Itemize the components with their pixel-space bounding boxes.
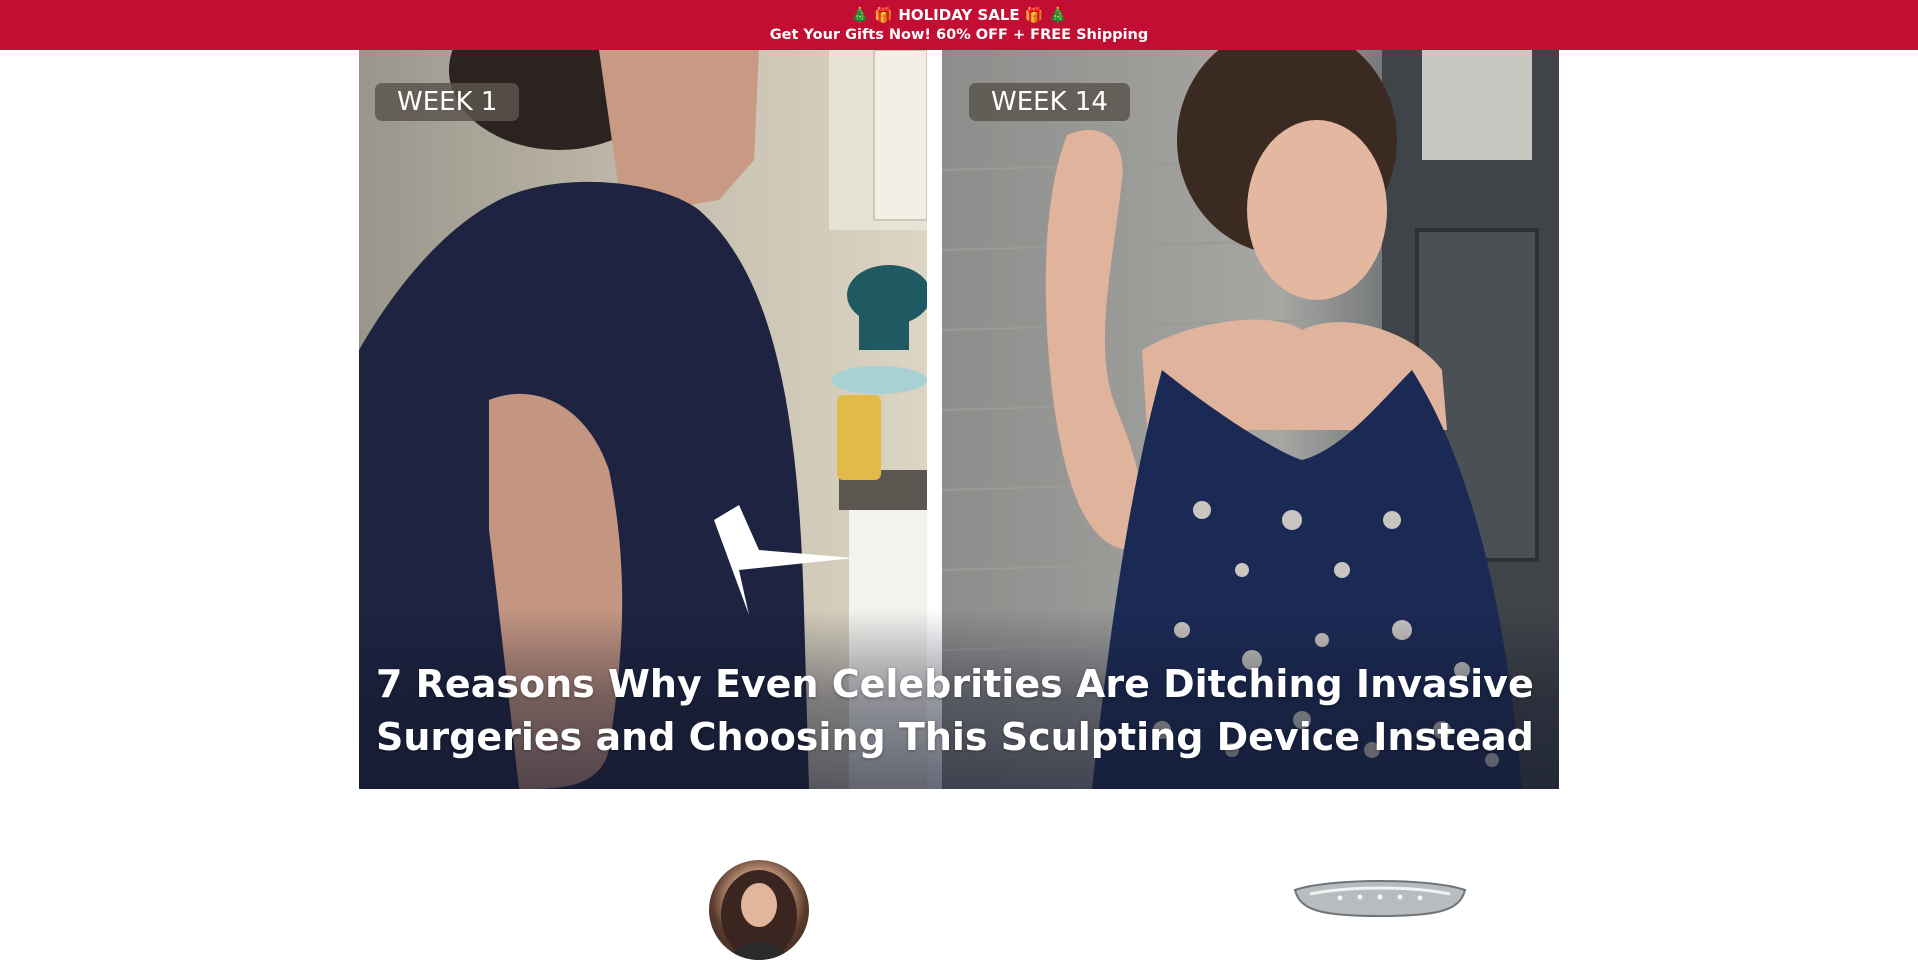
holiday-sale-banner: 🎄 🎁 HOLIDAY SALE 🎁 🎄 Get Your Gifts Now!… [0,0,1918,50]
sale-banner-headline: 🎄 🎁 HOLIDAY SALE 🎁 🎄 [0,5,1918,25]
sculpting-device-icon [1293,880,1467,918]
article-headline: 7 Reasons Why Even Celebrities Are Ditch… [376,662,1534,759]
hero-image: WEEK 1 WEEK 14 7 Reasons Why Even Celebr… [359,50,1559,789]
sculpting-device-image [1290,878,1470,918]
week-14-label: WEEK 14 [969,83,1130,121]
sale-title: HOLIDAY SALE [898,6,1020,24]
tree-gift-icon-left: 🎄 🎁 [850,6,894,24]
author-avatar [709,860,809,960]
author-avatar-illustration [721,870,797,960]
tree-gift-icon-right: 🎁 🎄 [1024,6,1068,24]
week-1-label: WEEK 1 [375,83,520,121]
sale-subtext: Get Your Gifts Now! 60% OFF + FREE Shipp… [769,27,1149,43]
